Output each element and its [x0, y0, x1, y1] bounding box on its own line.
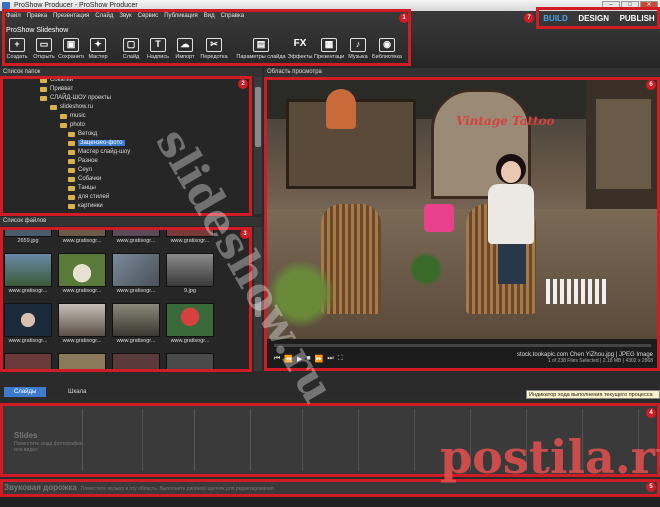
preview-header: Область просмотра [264, 68, 660, 77]
badge-6: 6 [646, 80, 656, 90]
window-title: ProShow Producer - ProShow Producer [14, 2, 138, 9]
badge-4: 4 [646, 408, 656, 418]
annotation-box-preview [264, 77, 660, 371]
badge-1: 1 [399, 13, 409, 23]
status-bar [0, 497, 660, 507]
annotation-box-modes [536, 7, 660, 29]
tab-timeline[interactable]: Шкала [58, 387, 96, 397]
badge-7: 7 [524, 13, 534, 23]
tab-slides[interactable]: Слайды [4, 387, 47, 397]
app-icon [2, 2, 10, 9]
watermark-right: postila.ru [440, 430, 660, 484]
annotation-box-toolbar [2, 9, 411, 66]
progress-tooltip: Индикатор хода выполнения текущего проце… [526, 390, 660, 399]
badge-2: 2 [238, 79, 248, 89]
folder-scrollbar[interactable] [254, 77, 262, 214]
